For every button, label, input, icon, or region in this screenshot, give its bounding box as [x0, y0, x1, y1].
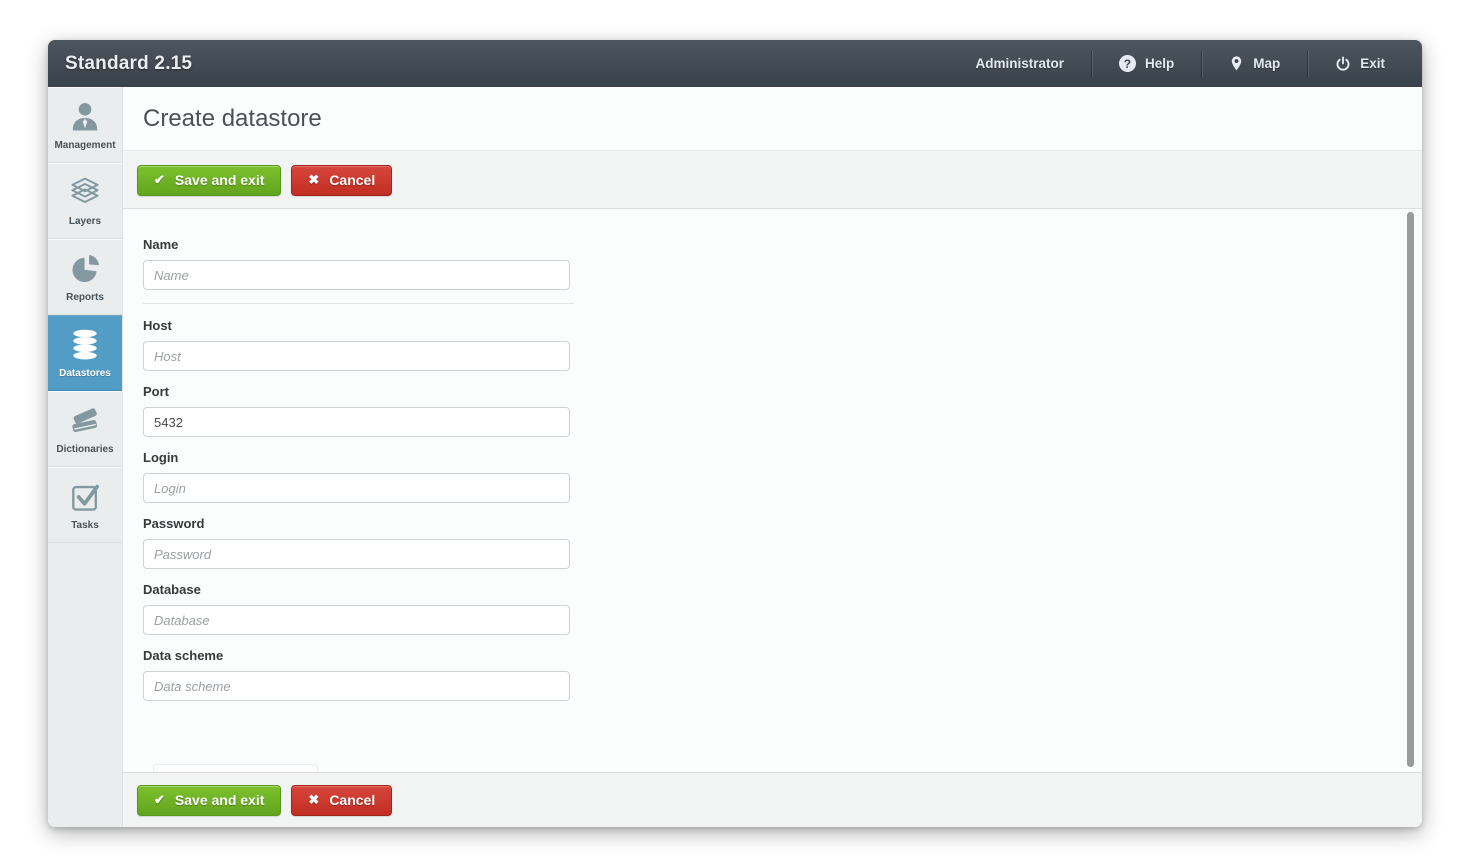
name-label: Name: [143, 237, 1402, 252]
power-icon: [1335, 56, 1351, 72]
database-icon: [67, 327, 103, 363]
exit-label: Exit: [1360, 56, 1385, 71]
form-field-name: Name: [143, 237, 1402, 290]
database-label: Database: [143, 582, 1402, 597]
save-and-exit-button-bottom[interactable]: ✔ Save and exit: [137, 785, 281, 816]
bottom-toolbar: ✔ Save and exit ✖ Cancel: [123, 772, 1422, 827]
data-scheme-label: Data scheme: [143, 648, 1402, 663]
sidebar-item-reports[interactable]: Reports: [48, 239, 122, 315]
host-input[interactable]: [143, 341, 570, 371]
form-field-login: Login: [143, 450, 1402, 503]
sidebar-item-label: Reports: [66, 292, 104, 303]
pie-chart-icon: [67, 251, 103, 287]
main-area: Create datastore ✔ Save and exit ✖ Cance…: [123, 87, 1422, 827]
page-title: Create datastore: [143, 105, 322, 133]
map-label: Map: [1253, 56, 1280, 71]
person-icon: [67, 99, 103, 135]
app-header: Standard 2.15 Administrator ? Help Map: [48, 40, 1422, 87]
login-input[interactable]: [143, 473, 570, 503]
check-icon: ✔: [154, 792, 165, 808]
sidebar-item-label: Tasks: [71, 520, 99, 531]
sidebar-item-label: Layers: [69, 216, 101, 227]
sidebar-item-label: Management: [54, 140, 115, 151]
database-input[interactable]: [143, 605, 570, 635]
layers-icon: [67, 175, 103, 211]
clipped-next-element: [153, 764, 318, 772]
cancel-button-label: Cancel: [329, 172, 375, 188]
page-header: Create datastore: [123, 87, 1422, 151]
form-field-database: Database: [143, 582, 1402, 635]
form-field-data-scheme: Data scheme: [143, 648, 1402, 701]
sidebar-item-label: Datastores: [59, 368, 111, 379]
help-button[interactable]: ? Help: [1092, 40, 1201, 87]
form-divider: [143, 303, 574, 304]
form-scroll-area: Name Host Port Login Password: [123, 209, 1422, 772]
top-toolbar: ✔ Save and exit ✖ Cancel: [123, 151, 1422, 209]
login-label: Login: [143, 450, 1402, 465]
port-input[interactable]: [143, 407, 570, 437]
x-icon: ✖: [308, 792, 319, 808]
x-icon: ✖: [308, 172, 319, 188]
host-label: Host: [143, 318, 1402, 333]
name-input[interactable]: [143, 260, 570, 290]
help-glyph: ?: [1124, 57, 1131, 71]
app-title: Standard 2.15: [65, 53, 192, 75]
form-field-host: Host: [143, 318, 1402, 371]
form-field-port: Port: [143, 384, 1402, 437]
check-icon: ✔: [154, 172, 165, 188]
books-icon: [67, 403, 103, 439]
header-nav: Administrator ? Help Map: [948, 40, 1422, 87]
sidebar-item-management[interactable]: Management: [48, 87, 122, 163]
sidebar-item-label: Dictionaries: [56, 444, 113, 455]
sidebar-item-layers[interactable]: Layers: [48, 163, 122, 239]
password-label: Password: [143, 516, 1402, 531]
cancel-button-label: Cancel: [329, 792, 375, 808]
sidebar: Management Layers: [48, 87, 123, 827]
save-button-label: Save and exit: [175, 172, 265, 188]
checkbox-icon: [67, 479, 103, 515]
map-button[interactable]: Map: [1202, 40, 1307, 87]
help-icon: ?: [1119, 55, 1136, 72]
scrollbar-thumb[interactable]: [1407, 212, 1414, 767]
password-input[interactable]: [143, 539, 570, 569]
exit-button[interactable]: Exit: [1308, 40, 1412, 87]
port-label: Port: [143, 384, 1402, 399]
user-menu[interactable]: Administrator: [948, 40, 1091, 87]
sidebar-item-dictionaries[interactable]: Dictionaries: [48, 391, 122, 467]
map-pin-icon: [1229, 55, 1244, 72]
app-window: Standard 2.15 Administrator ? Help Map: [48, 40, 1422, 827]
save-button-label: Save and exit: [175, 792, 265, 808]
cancel-button-bottom[interactable]: ✖ Cancel: [291, 785, 392, 816]
data-scheme-input[interactable]: [143, 671, 570, 701]
sidebar-item-tasks[interactable]: Tasks: [48, 467, 122, 543]
user-label: Administrator: [975, 56, 1064, 71]
sidebar-item-datastores[interactable]: Datastores: [48, 315, 122, 391]
save-and-exit-button[interactable]: ✔ Save and exit: [137, 165, 281, 196]
help-label: Help: [1145, 56, 1174, 71]
form-field-password: Password: [143, 516, 1402, 569]
cancel-button[interactable]: ✖ Cancel: [291, 165, 392, 196]
